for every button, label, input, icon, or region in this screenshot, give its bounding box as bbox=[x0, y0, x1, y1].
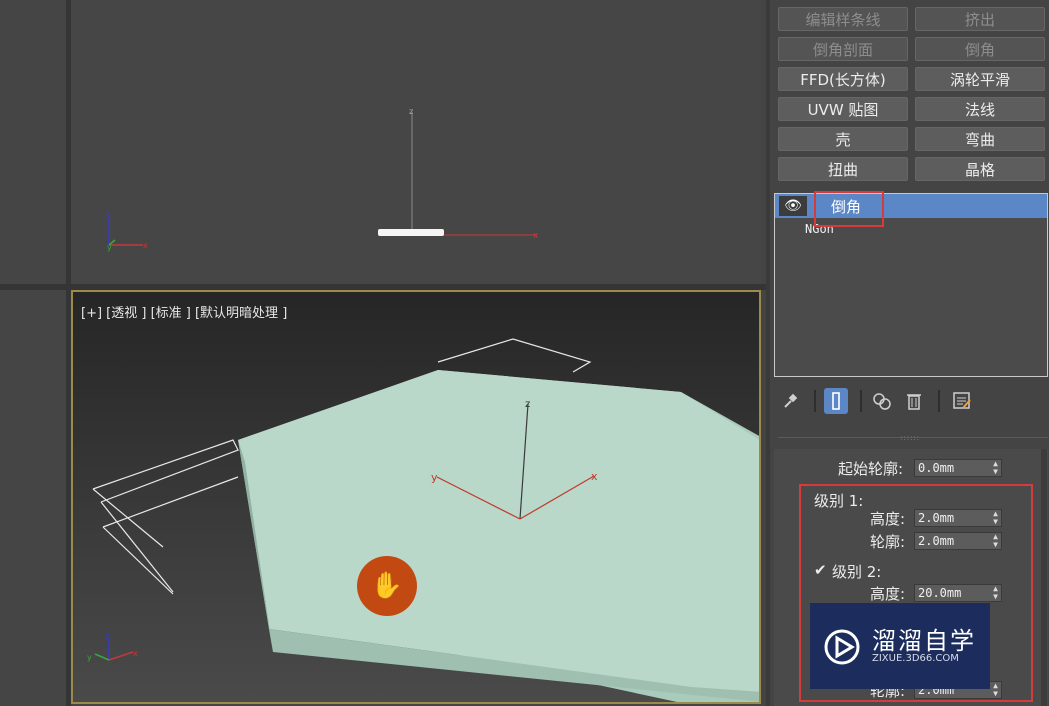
transform-gizmo-front[interactable]: z x bbox=[409, 107, 539, 241]
svg-text:x: x bbox=[133, 649, 138, 658]
params-scrollbar[interactable] bbox=[1041, 449, 1047, 706]
modifier-button-lattice[interactable]: 晶格 bbox=[915, 157, 1045, 181]
modifier-stack-toolbar bbox=[778, 388, 1048, 416]
viewport-label-menu[interactable]: [+] [透视 ] [标准 ] [默认明暗处理 ] bbox=[81, 302, 287, 321]
svg-text:x: x bbox=[591, 470, 598, 483]
modifier-button-extrude[interactable]: 挤出 bbox=[915, 7, 1045, 31]
configure-modifier-sets-icon[interactable] bbox=[950, 388, 974, 414]
modifier-button-ffd-box[interactable]: FFD(长方体) bbox=[778, 67, 908, 91]
bevel-hexagon-object[interactable] bbox=[238, 370, 759, 702]
make-unique-icon[interactable] bbox=[870, 388, 894, 414]
perspective-scene: z y x z y x bbox=[87, 338, 759, 702]
viewport-perspective[interactable]: z y x z y x [+] [透视 ] [标准 ] [默认明暗处理 ] bbox=[71, 290, 761, 704]
show-end-result-icon[interactable] bbox=[824, 388, 848, 414]
svg-text:y: y bbox=[107, 243, 112, 252]
watermark-url: ZIXUE.3D66.COM bbox=[872, 653, 959, 664]
modifier-button-twist[interactable]: 扭曲 bbox=[778, 157, 908, 181]
toolbar-separator bbox=[860, 390, 862, 412]
highlight-box-stack bbox=[814, 191, 884, 227]
watermark-logo: 溜溜自学 ZIXUE.3D66.COM bbox=[810, 603, 990, 689]
svg-text:x: x bbox=[143, 241, 148, 250]
viewport-front[interactable]: z y x z x bbox=[71, 0, 761, 284]
axis-tripod-front: z y x bbox=[105, 209, 148, 252]
svg-text:x: x bbox=[533, 231, 539, 241]
svg-text:z: z bbox=[409, 107, 413, 116]
modifier-button-turbosmooth[interactable]: 涡轮平滑 bbox=[915, 67, 1045, 91]
axis-tripod-perspective: z y x bbox=[87, 632, 138, 662]
viewport-top-left[interactable] bbox=[0, 0, 66, 284]
start-outline-label: 起始轮廓: bbox=[838, 460, 904, 478]
toolbar-separator bbox=[814, 390, 816, 412]
viewport-bottom-left[interactable] bbox=[0, 290, 66, 706]
front-view-scene: z y x z x bbox=[105, 107, 539, 252]
eye-icon[interactable]: 👁 bbox=[779, 196, 807, 216]
play-logo-icon bbox=[824, 629, 860, 665]
start-outline-spinner[interactable]: 0.0mm ▲ ▼ bbox=[914, 459, 1002, 477]
svg-text:y: y bbox=[431, 471, 438, 484]
toolbar-separator bbox=[938, 390, 940, 412]
svg-text:z: z bbox=[105, 632, 110, 642]
remove-modifier-icon[interactable] bbox=[902, 388, 926, 414]
modifier-button-bevel[interactable]: 倒角 bbox=[915, 37, 1045, 61]
modifier-button-bend[interactable]: 弯曲 bbox=[915, 127, 1045, 151]
start-outline-value: 0.0mm bbox=[918, 461, 955, 475]
modifier-button-uvw-map[interactable]: UVW 贴图 bbox=[778, 97, 908, 121]
rollout-grip-icon[interactable]: :::::: bbox=[900, 434, 922, 442]
watermark-title: 溜溜自学 bbox=[872, 627, 976, 655]
modifier-button-shell[interactable]: 壳 bbox=[778, 127, 908, 151]
object-front-silhouette[interactable] bbox=[378, 229, 444, 236]
modifier-button-bevel-profile[interactable]: 倒角剖面 bbox=[778, 37, 908, 61]
pan-hand-icon[interactable]: ✋ bbox=[357, 556, 417, 616]
modifier-button-normal[interactable]: 法线 bbox=[915, 97, 1045, 121]
spinner-arrows-icon[interactable]: ▲ ▼ bbox=[993, 460, 998, 476]
pin-stack-icon[interactable] bbox=[778, 388, 802, 414]
svg-text:z: z bbox=[105, 209, 110, 219]
svg-text:y: y bbox=[87, 653, 92, 662]
svg-text:z: z bbox=[525, 399, 530, 410]
modifier-button-edit-spline[interactable]: 编辑样条线 bbox=[778, 7, 908, 31]
